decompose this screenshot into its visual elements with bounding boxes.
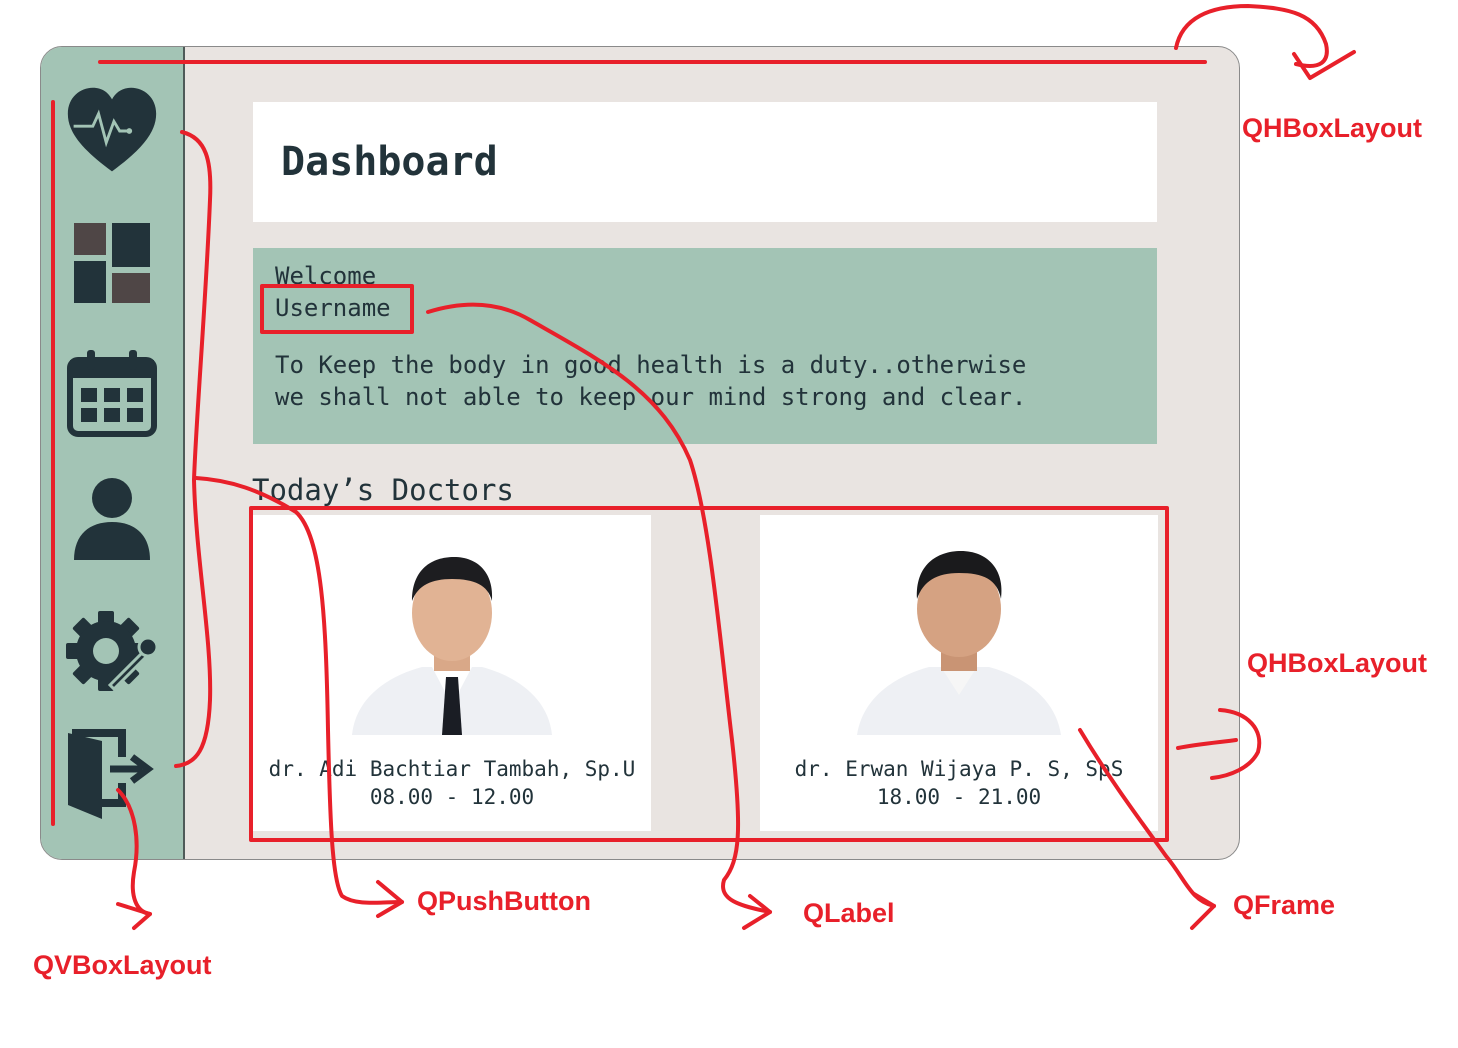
doctor-name: dr. Erwan Wijaya P. S, SpS (794, 757, 1124, 781)
annotation-qhboxlayout-top: QHBoxLayout (1242, 113, 1423, 143)
dashboard-grid-icon (74, 223, 150, 303)
profile-button[interactable] (63, 472, 161, 564)
doctor-time: 18.00 - 21.00 (876, 785, 1042, 809)
annotation-qframe: QFrame (1233, 890, 1336, 920)
annotation-qvboxlayout: QVBoxLayout (33, 950, 212, 980)
header-frame: Dashboard (253, 102, 1157, 222)
calendar-icon (67, 350, 157, 437)
sidebar (41, 47, 185, 859)
doctor-name: dr. Adi Bachtiar Tambah, Sp.U (268, 757, 636, 781)
quote-text: To Keep the body in good health is a dut… (275, 349, 1026, 413)
doctor-time: 08.00 - 12.00 (369, 785, 535, 809)
main-window: Dashboard Welcome Username To Keep the b… (40, 46, 1240, 860)
calendar-button[interactable] (63, 347, 161, 439)
heart-pulse-button[interactable] (63, 85, 161, 177)
doctor-card[interactable]: dr. Erwan Wijaya P. S, SpS 18.00 - 21.00 (760, 515, 1158, 831)
settings-button[interactable] (63, 607, 161, 699)
heart-pulse-icon (67, 87, 157, 172)
annotation-qlabel: QLabel (803, 898, 895, 928)
logout-button[interactable] (63, 727, 161, 819)
page-title: Dashboard (281, 139, 498, 185)
quote-line-2: we shall not able to keep our mind stron… (275, 383, 1027, 411)
doctor-photo (352, 557, 552, 735)
user-icon (74, 478, 150, 560)
settings-icon (66, 611, 158, 692)
dashboard-button[interactable] (63, 217, 161, 309)
logout-icon (68, 729, 154, 819)
annotation-qhboxlayout-cards: QHBoxLayout (1247, 648, 1428, 678)
quote-line-1: To Keep the body in good health is a dut… (275, 351, 1027, 379)
welcome-label: Welcome (275, 262, 377, 290)
doctor-card[interactable]: dr. Adi Bachtiar Tambah, Sp.U 08.00 - 12… (253, 515, 651, 831)
annotation-qpushbutton: QPushButton (417, 886, 591, 916)
welcome-frame: Welcome Username To Keep the body in goo… (253, 248, 1157, 444)
doctor-photo (857, 551, 1061, 735)
doctors-heading: Today’s Doctors (252, 473, 514, 507)
username-label: Username (275, 294, 391, 322)
